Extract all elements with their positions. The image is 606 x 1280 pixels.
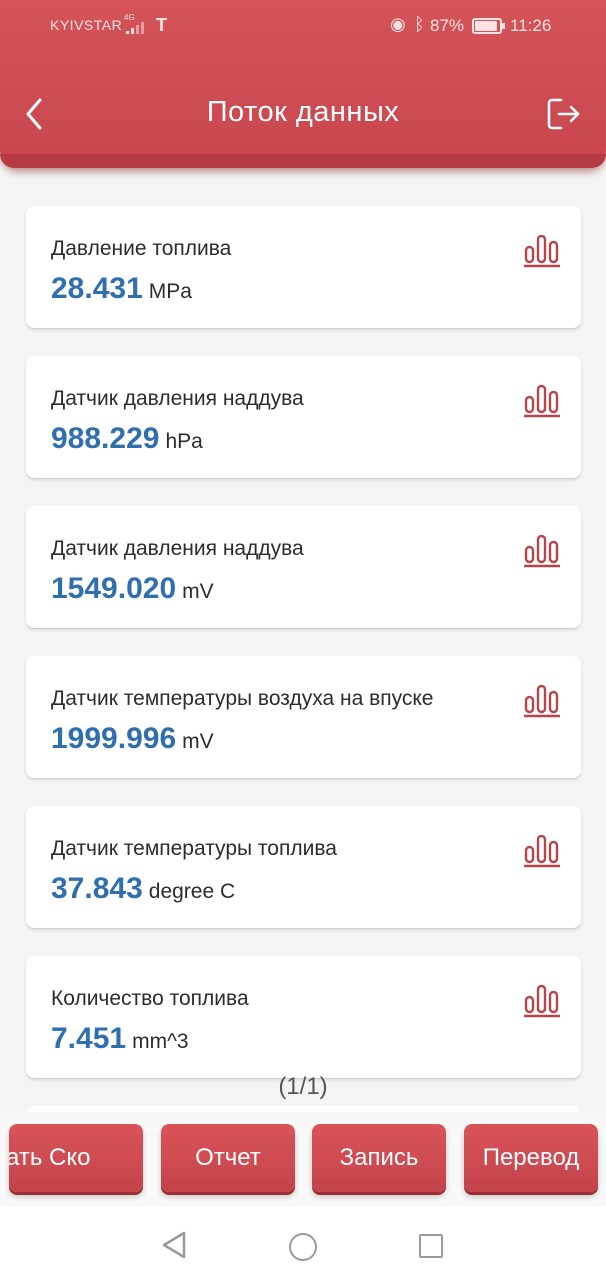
param-unit: MPa (148, 280, 192, 303)
toolbar-button-label: зать Ско (9, 1144, 91, 1171)
param-value-row: 37.843 degree C (51, 872, 235, 906)
record-button-label: Запись (339, 1144, 419, 1171)
nav-recents-button[interactable] (419, 1234, 443, 1258)
bar-chart-icon (524, 234, 560, 268)
page-indicator: (1/1) (278, 1073, 328, 1100)
list-item: Датчик давления наддува 1549.020 mV (26, 506, 581, 628)
param-name: Датчик температуры воздуха на впуске (51, 687, 434, 710)
toolbar-button-show-speed[interactable]: зать Ско (9, 1124, 143, 1192)
translate-button[interactable]: Перевод (464, 1124, 598, 1192)
param-value-row: 28.431 MPa (51, 272, 192, 306)
param-value: 37.843 (51, 872, 143, 905)
exit-icon (547, 98, 580, 130)
graph-button[interactable] (523, 382, 561, 418)
carrier-name: KYIVSTAR (50, 17, 123, 33)
bar-chart-icon (524, 984, 560, 1018)
param-unit: mV (182, 730, 214, 753)
param-value-row: 988.229 hPa (51, 422, 203, 456)
nav-home-button[interactable] (289, 1233, 317, 1261)
battery-percent: 87% (430, 16, 465, 35)
param-value: 988.229 (51, 422, 160, 455)
eye-comfort-icon: ◉ (390, 14, 406, 34)
bar-chart-icon (524, 534, 560, 568)
triangle-back-icon (162, 1231, 186, 1259)
list-item: Датчик температуры топлива 37.843 degree … (26, 806, 581, 928)
list-item: Датчик температуры воздуха на впуске 199… (26, 656, 581, 778)
report-button-label: Отчет (195, 1144, 261, 1171)
operator-logo-icon: T (156, 15, 167, 35)
bar-chart-icon (524, 684, 560, 718)
param-value-row: 1999.996 mV (51, 722, 214, 756)
bar-chart-icon (524, 834, 560, 868)
clock: 11:26 (510, 16, 552, 35)
app-header: KYIVSTAR 4G T ◉ ᛒ 87% 11:26 Поток данных (0, 0, 606, 168)
list-item: Давление топлива 28.431 MPa (26, 206, 581, 328)
param-unit: mm^3 (132, 1030, 189, 1053)
graph-button[interactable] (523, 682, 561, 718)
graph-button[interactable] (523, 532, 561, 568)
battery-icon (472, 18, 505, 34)
param-name: Датчик температуры топлива (51, 837, 337, 860)
param-value: 7.451 (51, 1022, 127, 1055)
graph-button[interactable] (523, 982, 561, 1018)
param-value-row: 7.451 mm^3 (51, 1022, 189, 1056)
param-value: 28.431 (51, 272, 143, 305)
param-unit: mV (182, 580, 214, 603)
param-unit: hPa (165, 430, 203, 453)
param-name: Датчик давления наддува (51, 387, 304, 410)
signal-icon (126, 20, 152, 34)
record-button[interactable]: Запись (312, 1124, 446, 1192)
param-value: 1549.020 (51, 572, 177, 605)
exit-button[interactable] (544, 94, 584, 134)
bluetooth-icon: ᛒ (414, 14, 425, 34)
param-value: 1999.996 (51, 722, 177, 755)
list-item: Датчик давления наддува 988.229 hPa (26, 356, 581, 478)
graph-button[interactable] (523, 232, 561, 268)
param-name: Давление топлива (51, 237, 232, 260)
param-name: Датчик давления наддува (51, 537, 304, 560)
param-unit: degree C (148, 880, 236, 903)
translate-button-label: Перевод (482, 1144, 580, 1171)
bar-chart-icon (524, 384, 560, 418)
param-name: Количество топлива (51, 987, 249, 1010)
report-button[interactable]: Отчет (161, 1124, 295, 1192)
graph-button[interactable] (523, 832, 561, 868)
page-title: Поток данных (206, 96, 400, 128)
system-nav-bar (0, 1206, 606, 1280)
list-item: Количество топлива 7.451 mm^3 (26, 956, 581, 1078)
bottom-toolbar: зать Ско Отчет Запись Перевод (0, 1112, 606, 1206)
status-bar: KYIVSTAR 4G T ◉ ᛒ 87% 11:26 (0, 0, 606, 52)
nav-back-button[interactable] (160, 1230, 188, 1260)
param-value-row: 1549.020 mV (51, 572, 214, 606)
